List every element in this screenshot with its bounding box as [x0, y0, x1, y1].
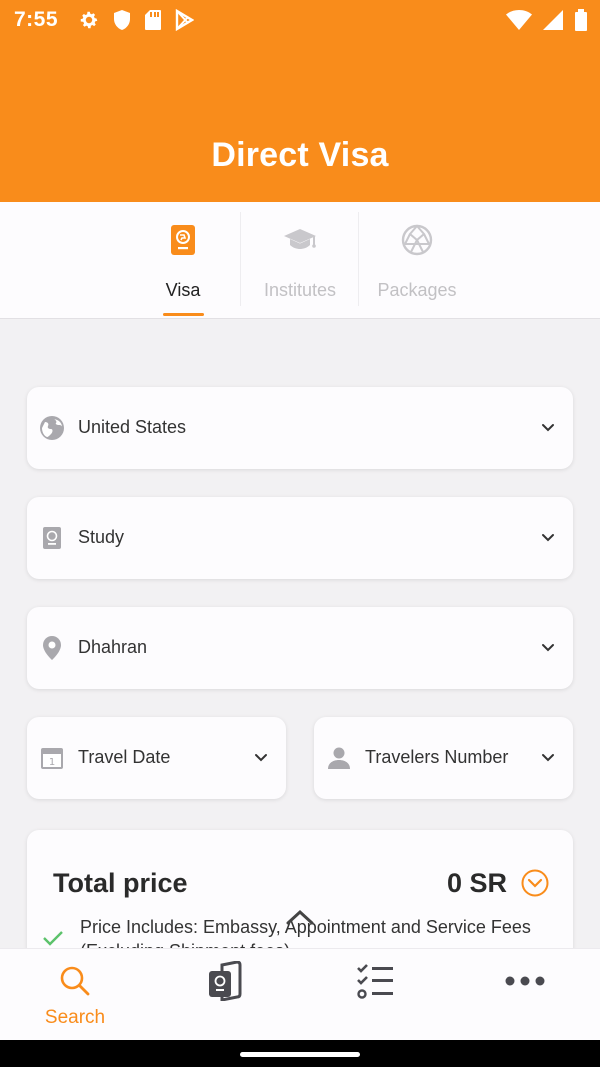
- tab-institutes-label: Institutes: [263, 280, 337, 300]
- visa-type-value: Study: [78, 527, 125, 547]
- shield-icon: [114, 10, 130, 30]
- more-icon: [505, 976, 545, 986]
- active-tab-indicator: [163, 313, 204, 316]
- check-icon: [43, 931, 63, 946]
- app-header: Direct Visa: [0, 40, 600, 202]
- tab-visa-label: Visa: [165, 280, 201, 300]
- chevron-down-icon: [542, 424, 554, 432]
- visa-type-select[interactable]: Study: [27, 497, 573, 579]
- checklist-icon: [357, 964, 393, 999]
- nav-more[interactable]: [450, 949, 600, 1041]
- search-icon: [60, 966, 90, 996]
- country-select[interactable]: United States: [27, 387, 573, 469]
- nav-applications[interactable]: [150, 949, 300, 1041]
- nav-checklist[interactable]: [300, 949, 450, 1041]
- graduation-cap-icon: [284, 229, 316, 249]
- gear-icon: [80, 11, 98, 29]
- svg-text:1: 1: [49, 757, 55, 768]
- tab-packages-label: Packages: [377, 280, 457, 300]
- status-time: 7:55: [14, 8, 59, 31]
- system-gesture-bar: [0, 1040, 600, 1067]
- total-price-value: 0 SR: [446, 868, 507, 898]
- country-value: United States: [78, 417, 187, 437]
- app-title: Direct Visa: [211, 136, 389, 174]
- chevron-down-icon: [542, 754, 554, 762]
- travelers-number-value: Travelers Number: [365, 747, 509, 767]
- battery-icon: [575, 9, 587, 31]
- location-pin-icon: [43, 636, 61, 660]
- play-store-icon: [175, 9, 194, 31]
- chevron-down-icon: [542, 644, 554, 652]
- price-card: Total price 0 SR Price Includes: Embassy…: [27, 830, 573, 960]
- nav-search-label: Search: [44, 1007, 106, 1028]
- travelers-number-select[interactable]: Travelers Number: [314, 717, 573, 799]
- person-icon: [328, 747, 350, 769]
- nav-search[interactable]: Search: [0, 949, 150, 1041]
- signal-icon: [543, 10, 563, 30]
- tab-visa[interactable]: Visa: [124, 202, 242, 319]
- wifi-icon: [506, 10, 532, 30]
- chevron-down-icon: [255, 754, 267, 762]
- city-value: Dhahran: [78, 637, 148, 657]
- globe-icon: [401, 224, 433, 256]
- status-left-icons: [78, 9, 194, 31]
- travel-date-select[interactable]: 1 Travel Date: [27, 717, 286, 799]
- tab-divider: [358, 212, 359, 306]
- tab-institutes[interactable]: Institutes: [241, 202, 359, 319]
- sd-card-icon: [145, 10, 161, 30]
- passport-card-icon: [209, 961, 242, 1001]
- passport-icon: [171, 225, 195, 255]
- globe-pin-icon: [40, 416, 64, 440]
- tab-packages[interactable]: Packages: [358, 202, 476, 319]
- tab-divider: [240, 212, 241, 306]
- bottom-navigation: Search: [0, 948, 600, 1040]
- calendar-icon: 1: [41, 748, 63, 769]
- status-bar: 7:55: [0, 0, 600, 40]
- home-handle[interactable]: [240, 1052, 360, 1057]
- status-right-icons: [506, 9, 588, 31]
- passport-icon: [43, 527, 61, 549]
- service-tabs: Visa Institutes Packages: [0, 202, 600, 319]
- total-price-label: Total price: [53, 868, 188, 898]
- chevron-up-icon[interactable]: [285, 908, 315, 926]
- city-select[interactable]: Dhahran: [27, 607, 573, 689]
- travel-date-value: Travel Date: [78, 747, 171, 767]
- expand-price-icon[interactable]: [521, 869, 549, 897]
- chevron-down-icon: [542, 534, 554, 542]
